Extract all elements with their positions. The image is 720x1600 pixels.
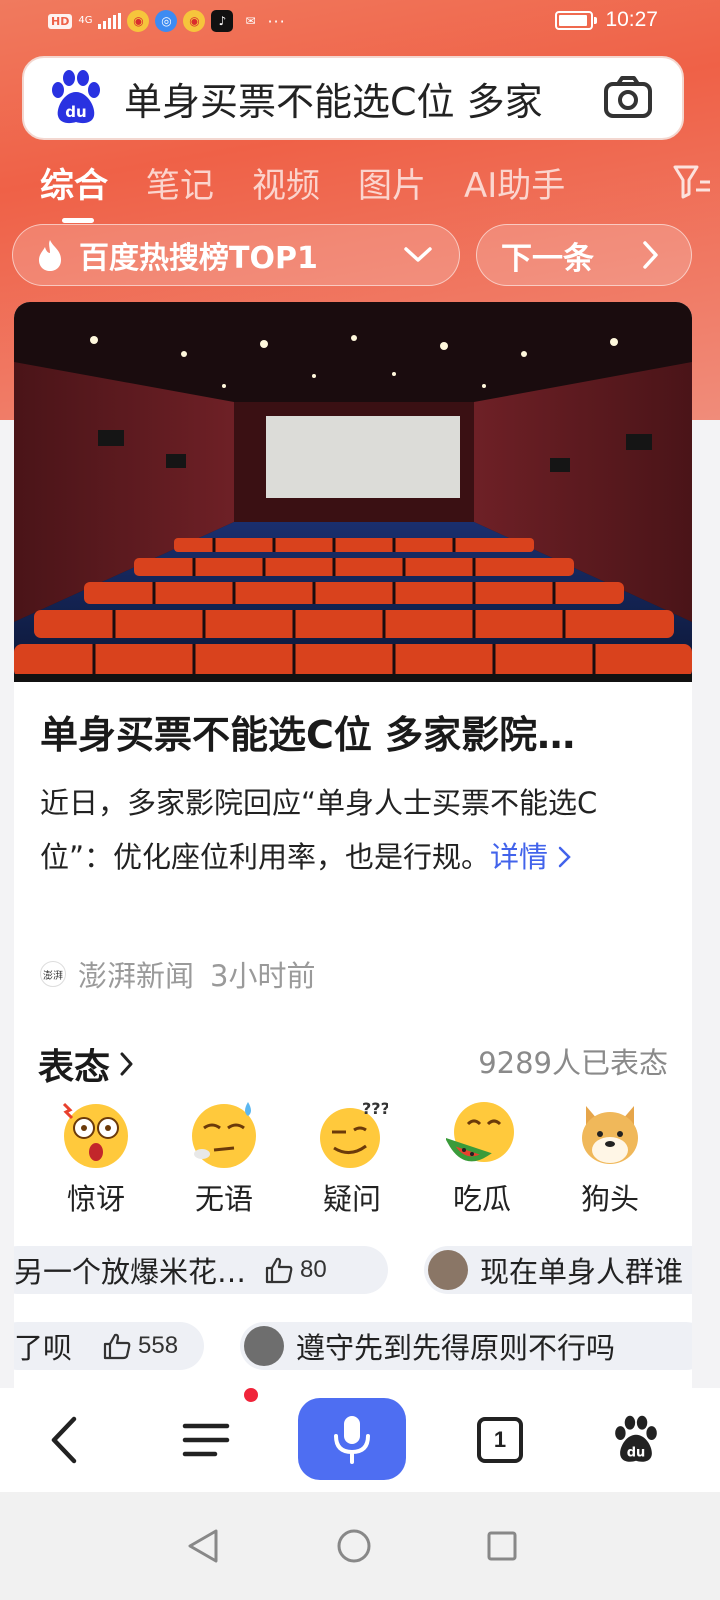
comment-text: 另一个放爆米花…: [14, 1255, 247, 1289]
reaction-label: 吃瓜: [452, 1182, 511, 1216]
tabs-button[interactable]: 1: [470, 1410, 530, 1470]
next-item-button[interactable]: 下一条: [476, 224, 692, 286]
eating-melon-emoji-icon: [446, 1102, 514, 1162]
chevron-right-icon: [643, 241, 658, 269]
svg-text:???: ???: [362, 1099, 388, 1118]
news-summary: 近日，多家影院回应“单身人士买票不能选C位”：优化座位利用率，也是行规。详情: [40, 776, 670, 884]
comment-bubble[interactable]: 另一个放爆米花… 80: [14, 1246, 388, 1294]
thumbs-up-icon: [265, 1257, 293, 1284]
avatar: [428, 1250, 468, 1290]
question-emoji-icon: ???: [320, 1099, 388, 1168]
reaction-label: 惊讶: [66, 1182, 125, 1216]
reaction-speechless[interactable]: 无语: [164, 1098, 284, 1218]
tab-count: 1: [477, 1417, 523, 1463]
comment-text: 遵守先到先得原则不行吗: [296, 1331, 616, 1365]
details-link-label: 详情: [490, 840, 549, 874]
tiktok-icon: ♪: [211, 10, 234, 32]
status-bar: HD 4G ◉ ◎ ◉ ♪ ✉ ··· 10:27: [0, 0, 720, 44]
tab-video[interactable]: 视频: [252, 158, 320, 207]
news-card[interactable]: 单身买票不能选C位 多家影院… 近日，多家影院回应“单身人士买票不能选C位”：优…: [14, 302, 692, 1388]
weibo-icon: ◉: [183, 10, 206, 32]
search-box[interactable]: du 单身买票不能选C位 多家: [22, 56, 684, 140]
camera-icon[interactable]: [600, 70, 656, 126]
avatar: [244, 1326, 284, 1366]
publish-time: 3小时前: [210, 959, 316, 993]
wechat-icon: ✉: [245, 14, 256, 28]
doge-emoji-icon: [582, 1106, 638, 1164]
reactions-header[interactable]: 表态: [38, 1038, 136, 1090]
reaction-emojis: 惊讶 无语 ??? 疑问 吃瓜 狗头: [14, 1098, 692, 1228]
clock: 10:27: [605, 8, 658, 31]
system-home-icon[interactable]: [336, 1528, 372, 1564]
search-tabs: 综合 笔记 视频 图片 AI助手: [40, 152, 720, 223]
hd-badge: HD: [48, 13, 73, 29]
chevron-down-icon: [404, 247, 432, 262]
chevron-right-icon: [120, 1052, 133, 1076]
reaction-question[interactable]: ??? 疑问: [292, 1098, 412, 1218]
details-link[interactable]: 详情: [490, 840, 573, 874]
comment-bubble[interactable]: 了呗 558: [14, 1322, 204, 1370]
source-name: 澎湃新闻: [78, 959, 195, 993]
source-logo: 澎湃: [40, 961, 66, 987]
like-button[interactable]: 558: [102, 1331, 178, 1361]
menu-icon: [182, 1423, 230, 1457]
svg-text:du: du: [65, 103, 86, 121]
reaction-label: 疑问: [322, 1182, 381, 1216]
comment-bubble[interactable]: 现在单身人群谁: [424, 1246, 692, 1294]
home-button[interactable]: du: [606, 1410, 666, 1470]
like-button[interactable]: 80: [264, 1255, 327, 1285]
search-input[interactable]: 单身买票不能选C位 多家: [124, 71, 586, 126]
filter-icon[interactable]: [672, 162, 712, 202]
source-row[interactable]: 澎湃 澎湃新闻 3小时前: [40, 956, 316, 993]
weibo-icon: ◉: [127, 10, 150, 32]
tab-images[interactable]: 图片: [358, 158, 426, 207]
tab-notes[interactable]: 笔记: [146, 158, 214, 207]
more-notifications: ···: [267, 11, 286, 31]
hot-search-rank-dropdown[interactable]: 百度热搜榜TOP1: [12, 224, 460, 286]
notification-dot: [244, 1388, 258, 1402]
svg-text:du: du: [627, 1445, 646, 1460]
bottom-navigation: 1 du: [0, 1388, 720, 1492]
reaction-label: 无语: [194, 1182, 253, 1216]
reaction-surprised[interactable]: 惊讶: [36, 1098, 156, 1218]
signal-icon: [98, 13, 122, 29]
comment-bubble[interactable]: 遵守先到先得原则不行吗: [240, 1322, 692, 1370]
speechless-emoji-icon: [192, 1102, 256, 1168]
menu-button[interactable]: [176, 1410, 236, 1470]
baidu-paw-icon: du: [615, 1415, 657, 1462]
reactions-title: 表态: [38, 1047, 111, 1088]
chevron-right-icon: [559, 846, 572, 868]
network-type: 4G: [78, 15, 93, 26]
cinema-photo[interactable]: [14, 302, 692, 682]
tab-comprehensive[interactable]: 综合: [40, 158, 108, 223]
news-title[interactable]: 单身买票不能选C位 多家影院…: [40, 704, 660, 759]
next-item-label: 下一条: [501, 240, 594, 277]
reaction-count: 9289人已表态: [478, 1046, 668, 1080]
reaction-eating-melon[interactable]: 吃瓜: [422, 1098, 542, 1218]
system-recents-icon[interactable]: [486, 1530, 518, 1562]
back-button[interactable]: [34, 1410, 94, 1470]
battery-icon: [555, 10, 598, 30]
thumbs-up-icon: [103, 1333, 131, 1360]
like-count: 558: [138, 1332, 179, 1359]
comment-text: 了呗: [14, 1331, 73, 1365]
browser-icon: ◎: [155, 10, 178, 32]
surprised-emoji-icon: [62, 1102, 128, 1168]
system-navigation-bar: [0, 1492, 720, 1600]
reaction-doge[interactable]: 狗头: [550, 1098, 670, 1218]
back-arrow-icon: [51, 1416, 77, 1464]
comment-text: 现在单身人群谁: [480, 1255, 684, 1289]
tab-ai-assistant[interactable]: AI助手: [464, 158, 565, 207]
like-count: 80: [300, 1256, 327, 1283]
system-back-icon[interactable]: [186, 1528, 220, 1564]
flame-icon: [39, 240, 61, 271]
hot-search-label: 百度热搜榜TOP1: [79, 241, 318, 276]
baidu-paw-icon[interactable]: du: [46, 68, 106, 128]
microphone-icon: [334, 1416, 370, 1464]
voice-search-button[interactable]: [298, 1398, 406, 1480]
reaction-label: 狗头: [580, 1182, 639, 1216]
